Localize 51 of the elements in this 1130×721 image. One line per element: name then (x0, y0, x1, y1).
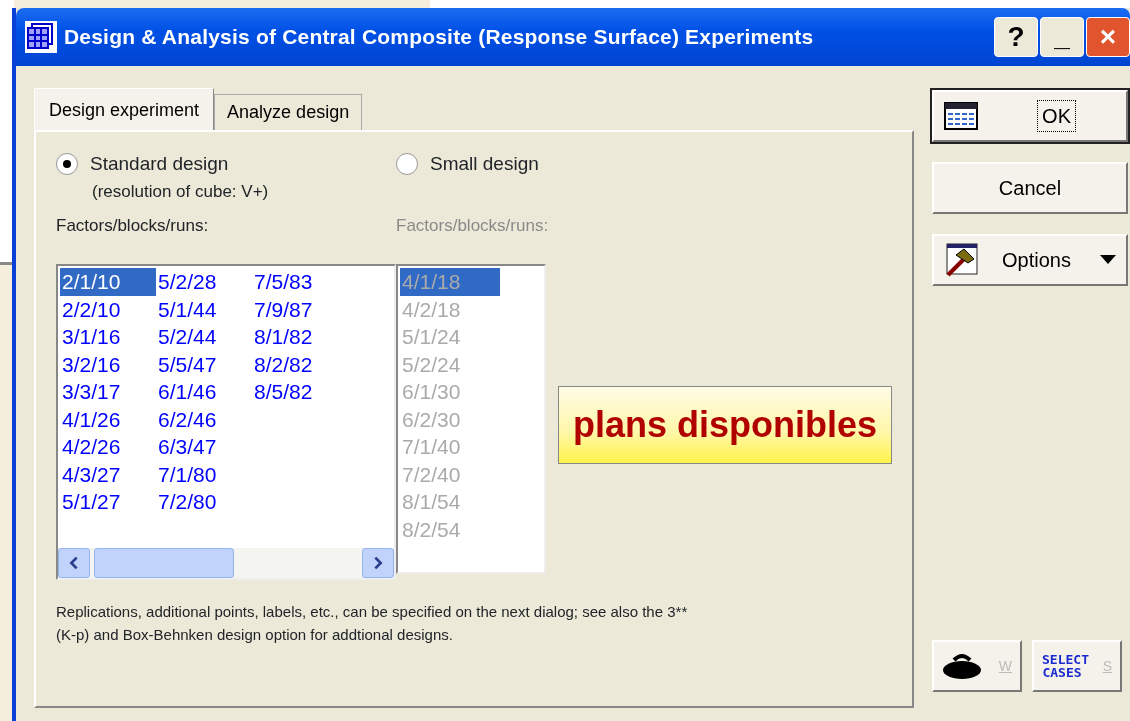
list-item[interactable]: 4/2/26 (60, 433, 156, 461)
weight-icon (942, 652, 982, 680)
table-icon (944, 102, 978, 130)
list-item[interactable]: 8/2/82 (252, 350, 348, 378)
grid-app-icon (24, 20, 58, 54)
window-title: Design & Analysis of Central Composite (Response Surface) Experiments (64, 24, 815, 51)
scroll-thumb[interactable] (94, 548, 234, 578)
list-item[interactable]: 7/5/83 (252, 268, 348, 296)
list-item[interactable]: 3/3/17 (60, 378, 156, 406)
list-item[interactable]: 8/1/82 (252, 323, 348, 351)
radio-label: Standard design (90, 152, 229, 176)
list-item[interactable]: 5/1/27 (60, 488, 156, 516)
horizontal-scrollbar[interactable] (58, 548, 394, 578)
list-label: Factors/blocks/runs: (56, 214, 210, 237)
list-box[interactable]: 2/1/10 2/2/10 3/1/16 3/2/16 3/3/17 4/1/26 4/2/26 4/3/27 5/1/27 5/2/28 5/1/44 5/2/44 5/5/47 6/1/46 6/2/46 6/3/47 7/1/80 7/2/80 7/5/83 7/9/87 8/1/82 8/2/82 8/5/82 (56, 264, 396, 580)
list-item[interactable]: 4/3/27 (60, 460, 156, 488)
radio-sublabel: (resolution of cube: V+) (92, 180, 270, 203)
select-cases-button[interactable]: SELECT CASES S (1032, 640, 1122, 692)
dropdown-arrow-icon (1100, 255, 1116, 265)
close-button[interactable]: × (1086, 17, 1130, 57)
list-item[interactable]: 6/3/47 (156, 433, 252, 461)
options-button[interactable]: Options (932, 234, 1128, 286)
list-item[interactable]: 5/1/44 (156, 295, 252, 323)
list-item[interactable]: 3/2/16 (60, 350, 156, 378)
list-label: Factors/blocks/runs: (396, 214, 546, 237)
list-item[interactable]: 8/5/82 (252, 378, 348, 406)
scroll-left-button[interactable] (58, 548, 90, 578)
scroll-right-button[interactable] (362, 548, 394, 578)
list-item[interactable]: 6/1/46 (156, 378, 252, 406)
list-item[interactable]: 2/2/10 (60, 295, 156, 323)
radio-button[interactable] (56, 153, 78, 176)
tab[interactable]: Design experiment (34, 88, 215, 130)
list-item[interactable]: 6/2/46 (156, 405, 252, 433)
callout-note: plans disponibles (558, 385, 892, 465)
list-item[interactable]: 3/1/16 (60, 323, 156, 351)
list-item[interactable]: 5/5/47 (156, 350, 252, 378)
list-item[interactable]: 7/2/80 (156, 488, 252, 516)
note-text: Replications, additional points, labels, etc., can be specified on the next dialog; see also the 3**(K-p) and Box-Behnken design option for addtional designs. (56, 602, 689, 646)
list-item[interactable]: 7/1/80 (156, 460, 252, 488)
cancel-button[interactable]: Cancel (932, 162, 1128, 214)
list-item[interactable]: 7/9/87 (252, 295, 348, 323)
list-item[interactable]: 4/1/26 (60, 405, 156, 433)
radio-label: Small design (430, 152, 539, 176)
hammer-icon (944, 243, 978, 277)
list-item[interactable]: 5/2/28 (156, 268, 252, 296)
list-item[interactable]: 5/2/44 (156, 323, 252, 351)
minimize-button[interactable]: _ (1040, 17, 1084, 57)
help-button[interactable]: ? (994, 17, 1038, 57)
list-item[interactable]: 2/1/10 (60, 268, 156, 296)
ok-button[interactable]: OK (932, 90, 1128, 142)
tab[interactable]: Analyze design (214, 94, 363, 130)
